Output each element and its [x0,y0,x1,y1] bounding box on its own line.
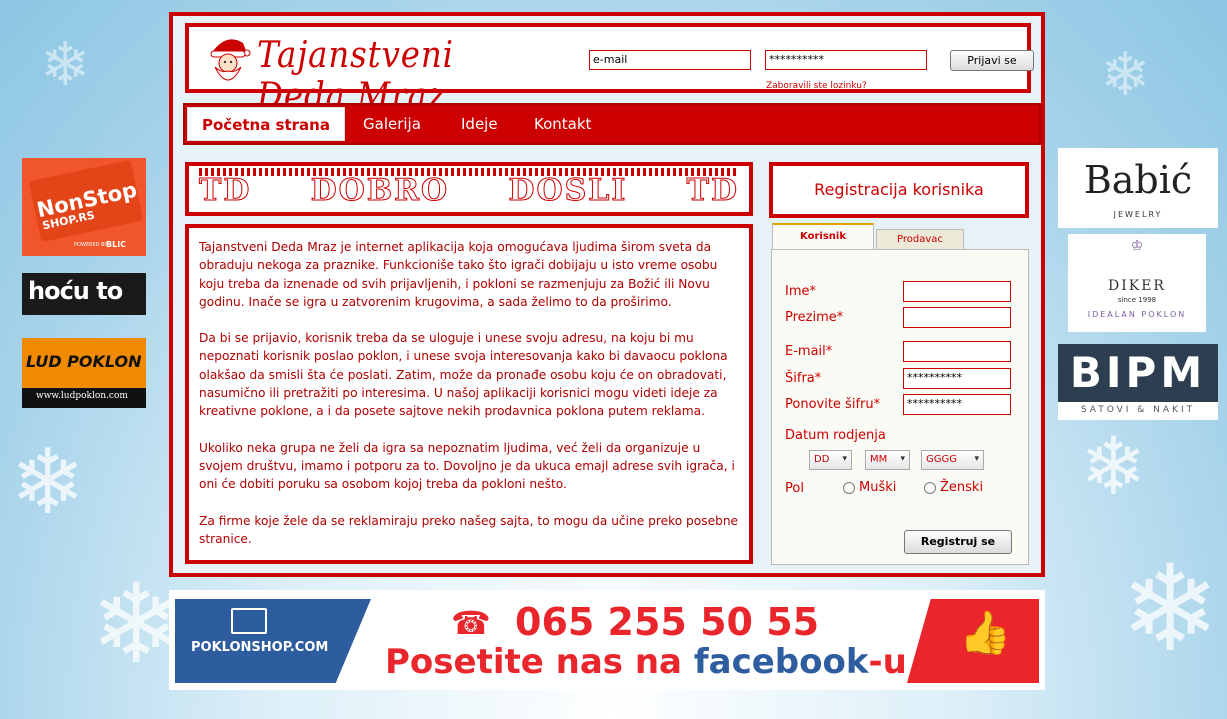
site-logo[interactable]: Tajanstveni Deda Mraz [207,33,547,117]
label-ime: Ime* [785,284,816,299]
chevron-down-icon: ▾ [974,454,979,464]
ime-input[interactable] [903,281,1011,302]
login-email-input[interactable]: e-mail [589,50,751,70]
welcome-banner: TD DOBRO DOSLI TD [185,162,753,216]
forgot-password-link[interactable]: Zaboravili ste lozinku? [766,81,867,91]
ad-babic[interactable]: Babić JEWELRY [1058,148,1218,228]
login-password-input[interactable]: ********** [765,50,927,70]
main-nav: Početna strana Galerija Ideje Kontakt [183,103,1041,145]
tab-korisnik[interactable]: Korisnik [772,223,874,251]
main-container: Tajanstveni Deda Mraz e-mail ********** … [169,12,1045,577]
ad-hocuto[interactable]: hoću to [22,273,146,315]
banner-cta-suffix: -u [868,642,907,682]
crown-icon: ♔ [1130,238,1144,254]
dob-day-select[interactable]: DD ▾ [809,450,852,470]
snowflake-icon: ❄ [40,30,91,100]
welcome-word: DOSLI [508,172,628,208]
welcome-word: DOBRO [310,172,450,208]
snowflake-icon: ❄ [1100,40,1151,110]
intro-paragraph: Za firme koje žele da se reklamiraju pre… [199,513,739,546]
ad-nonstopshop[interactable]: NonStop SHOP.RS POWERED BY BLIC [22,158,146,256]
ad-ludpoklon-title: LUD POKLON [26,352,142,371]
welcome-word: TD [198,172,252,208]
email-input[interactable] [903,341,1011,362]
poklonshop-banner[interactable]: POKLONSHOP.COM 👍 ☎ 065 255 50 55 Posetit… [169,590,1045,690]
sifra-input[interactable]: ********** [903,368,1011,389]
banner-brand: POKLONSHOP.COM [191,640,329,655]
snowflake-icon: ❄ [1080,420,1148,513]
welcome-text: TD DOBRO DOSLI TD [198,168,739,212]
snowflake-icon: ❄ [10,430,86,535]
header: Tajanstveni Deda Mraz e-mail ********** … [185,23,1034,117]
label-zenski: Ženski [940,480,984,495]
ad-diker[interactable]: ♔ DIKER since 1998 IDEALAN POKLON [1068,234,1206,332]
thumbs-up-icon: 👍 [959,608,1012,657]
chevron-down-icon: ▾ [900,454,905,464]
ponovite-input[interactable]: ********** [903,394,1011,415]
intro-text: Tajanstveni Deda Mraz je internet aplika… [185,224,753,564]
dob-month-select[interactable]: MM ▾ [865,450,910,470]
dob-year-select[interactable]: GGGG ▾ [921,450,984,470]
registration-title: Registracija korisnika [769,162,1029,218]
label-ponovite: Ponovite šifru* [785,397,881,412]
ad-diker-title: DIKER [1108,278,1166,294]
nav-item-galerija[interactable]: Galerija [363,105,421,143]
label-sifra: Šifra* [785,371,822,386]
banner-cta-facebook: facebook [693,642,869,682]
ad-babic-title: Babić [1083,158,1193,202]
intro-paragraph: Tajanstveni Deda Mraz je internet aplika… [199,240,718,309]
ad-ludpoklon-url: www.ludpoklon.com [36,391,128,401]
ad-bipm[interactable]: BIPM SATOVI & NAKIT [1058,344,1218,420]
nav-item-ideje[interactable]: Ideje [461,105,498,143]
ad-ludpoklon[interactable]: LUD POKLON www.ludpoklon.com [22,338,146,408]
radio-zenski[interactable] [924,482,936,494]
intro-paragraph: Da bi se prijavio, korisnik treba da se … [199,331,728,419]
register-button[interactable]: Registruj se [904,530,1012,554]
ad-diker-since: since 1998 [1117,296,1157,304]
nav-item-kontakt[interactable]: Kontakt [534,105,591,143]
phone-icon: ☎ [451,604,491,642]
welcome-word: TD [686,172,739,208]
nav-item-pocetna[interactable]: Početna strana [187,107,345,141]
chevron-down-icon: ▾ [842,454,847,464]
banner-cta: Posetite nas na facebook-u [385,642,907,682]
ad-nonstop-blic: BLIC [106,240,127,249]
santa-icon [210,39,251,81]
ad-nonstop-powered: POWERED BY [74,242,108,248]
ad-bipm-title: BIPM [1069,348,1207,397]
registration-form: Ime* Prezime* E-mail* Šifra* ********** … [771,249,1029,565]
ad-diker-tagline: IDEALAN POKLON [1087,310,1187,319]
prezime-input[interactable] [903,307,1011,328]
dob-day-value: DD [814,454,830,465]
login-button[interactable]: Prijavi se [950,50,1034,71]
tab-prodavac[interactable]: Prodavac [876,229,964,251]
ad-babic-sub: JEWELRY [1113,210,1163,219]
ad-hocuto-text: hoću to [28,277,123,305]
ad-bipm-sub: SATOVI & NAKIT [1080,405,1196,415]
label-prezime: Prezime* [785,310,844,325]
radio-muski[interactable] [843,482,855,494]
label-muski: Muški [859,480,897,495]
label-pol: Pol [785,481,804,496]
banner-phone: 065 255 50 55 [515,600,820,644]
dob-year-value: GGGG [926,454,957,465]
label-datum: Datum rodjenja [785,428,886,443]
snowflake-icon: ❄ [1120,540,1221,679]
intro-paragraph: Ukoliko neka grupa ne želi da igra sa ne… [199,440,735,492]
dob-month-value: MM [870,454,888,465]
label-email: E-mail* [785,344,833,359]
gift-icon [231,608,267,634]
banner-cta-prefix: Posetite nas na [385,642,694,682]
